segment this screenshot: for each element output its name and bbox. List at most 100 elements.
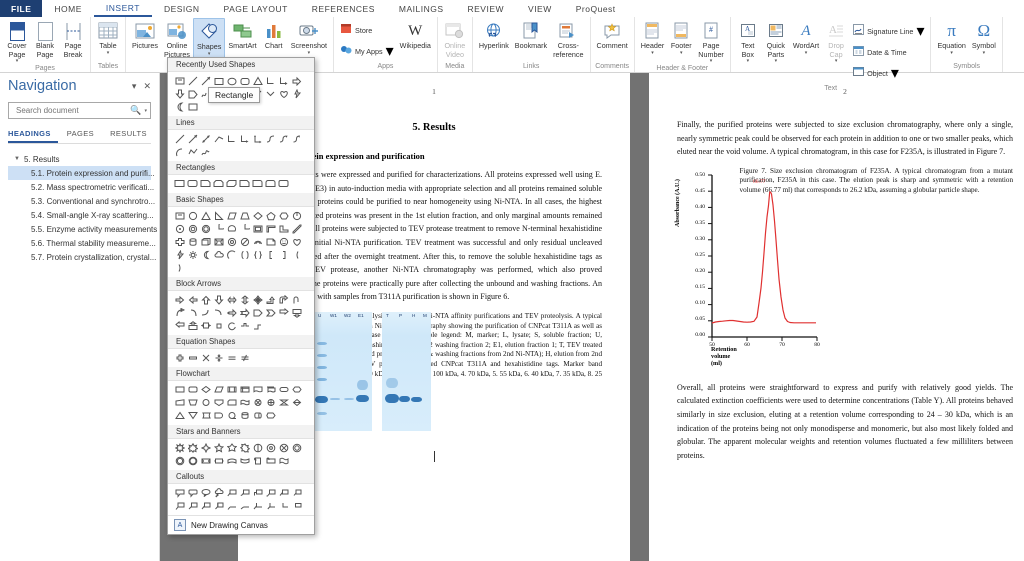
shape-folded-corner-icon[interactable] [264, 235, 277, 248]
flowchart-collate-icon[interactable] [277, 396, 290, 409]
shape-elbow-connector-icon[interactable] [264, 74, 277, 87]
tab-insert[interactable]: INSERT [93, 0, 152, 17]
my-apps-button[interactable]: My Apps ▾ [337, 40, 397, 62]
tree-node-5-2[interactable]: 5.2. Mass spectrometric verificati... [8, 180, 154, 194]
tree-node-5-5[interactable]: 5.5. Enzyme activity measurements [8, 222, 157, 236]
shape-donut-icon[interactable] [225, 235, 238, 248]
shape-bent-up-arrow2-icon[interactable] [251, 319, 264, 332]
shape-elbow-connector-icon[interactable] [225, 132, 238, 145]
shape-quad-arrow-icon[interactable] [251, 293, 264, 306]
shape-not-equal-icon[interactable] [238, 351, 251, 364]
shape-heart-icon[interactable] [277, 87, 290, 100]
shape-diagonal-stripe-icon[interactable] [290, 222, 303, 235]
callout-rectangular-icon[interactable] [173, 486, 186, 499]
shape-triangle-icon[interactable] [199, 209, 212, 222]
shape-minus-icon[interactable] [186, 351, 199, 364]
shape-star-6-icon[interactable] [225, 441, 238, 454]
shape-star-8-icon[interactable] [251, 441, 264, 454]
shape-star-24-icon[interactable] [173, 454, 186, 467]
shape-curved-arrow-connector-icon[interactable] [277, 132, 290, 145]
shape-moon-icon[interactable] [199, 248, 212, 261]
chevron-down-icon[interactable]: ▾ [132, 81, 137, 92]
shape-diamond-icon[interactable] [251, 209, 264, 222]
shape-chevron2-icon[interactable] [264, 87, 277, 100]
callout-line-3-icon[interactable] [251, 486, 264, 499]
flowchart-document-icon[interactable] [251, 383, 264, 396]
shape-plus-icon[interactable] [173, 351, 186, 364]
shape-moon-icon[interactable] [173, 100, 186, 113]
shape-pie-icon[interactable] [212, 222, 225, 235]
shape-line-double-arrow-icon[interactable] [199, 132, 212, 145]
shape-left-arrow-callout-icon[interactable] [173, 319, 186, 332]
shape-down-arrow-callout-icon[interactable] [290, 306, 303, 319]
shape-double-brace-icon[interactable] [251, 248, 264, 261]
shape-right-paren-icon[interactable] [173, 261, 186, 274]
shape-lightning-icon[interactable] [290, 87, 303, 100]
chevron-down-icon[interactable]: ▼ [14, 156, 20, 162]
online-video-button[interactable]: Online Video [441, 18, 469, 59]
tab-file[interactable]: FILE [0, 0, 43, 17]
callout-accent-line-2-icon[interactable] [290, 486, 303, 499]
shape-curved-up-ribbon-icon[interactable] [225, 454, 238, 467]
shape-arrow-icon[interactable] [199, 74, 212, 87]
shape-snip-round-rect-icon[interactable] [238, 177, 251, 190]
pictures-button[interactable]: Pictures [129, 18, 161, 51]
flowchart-card-icon[interactable] [225, 396, 238, 409]
shape-rounded-rect-icon[interactable] [238, 74, 251, 87]
callout-bordered-line-2-icon[interactable] [186, 499, 199, 512]
tree-node-5-3[interactable]: 5.3. Conventional and synchrotro... [8, 194, 155, 208]
shape-triangle-icon[interactable] [251, 74, 264, 87]
callout-line-2-icon[interactable] [238, 486, 251, 499]
shape-bent-arrow-icon[interactable] [277, 293, 290, 306]
screenshot-button[interactable]: Screenshot ▾ [288, 18, 330, 56]
shape-sun-icon[interactable] [186, 248, 199, 261]
callout-cloud-icon[interactable] [212, 486, 225, 499]
hyperlink-button[interactable]: Hyperlink [476, 18, 512, 51]
flowchart-data-icon[interactable] [212, 383, 225, 396]
shape-lightning-icon[interactable] [173, 248, 186, 261]
shape-round-diagonal-rect-icon[interactable] [277, 177, 290, 190]
shape-up-down-arrow-icon[interactable] [238, 293, 251, 306]
shape-curved-down-ribbon-icon[interactable] [238, 454, 251, 467]
shapes-grid-flowchart[interactable] [168, 381, 314, 425]
flowchart-stored-data-icon[interactable] [199, 409, 212, 422]
shape-divide-icon[interactable] [212, 351, 225, 364]
shape-star-10-icon[interactable] [264, 441, 277, 454]
shape-left-right-arrow-icon[interactable] [225, 293, 238, 306]
tab-design[interactable]: DESIGN [152, 0, 212, 17]
flowchart-sort-icon[interactable] [290, 396, 303, 409]
shape-chevron-arrow-icon[interactable] [264, 306, 277, 319]
shape-heart-icon[interactable] [290, 235, 303, 248]
shape-heptagon-icon[interactable] [290, 209, 303, 222]
tree-node-5-6[interactable]: 5.6. Thermal stability measureme... [8, 236, 156, 250]
shape-cross-icon[interactable] [173, 235, 186, 248]
flowchart-manual-operation-icon[interactable] [186, 396, 199, 409]
table-button[interactable]: Table ▾ [94, 18, 122, 56]
shapes-grid-rectangles[interactable] [168, 175, 314, 193]
bookmark-button[interactable]: Bookmark [512, 18, 550, 51]
search-box[interactable]: 🔍 ▾ [8, 102, 151, 119]
shape-textbox-icon[interactable] [173, 209, 186, 222]
shape-pentagon-arrow-icon[interactable] [251, 306, 264, 319]
flowchart-magnetic-disk-icon[interactable] [238, 409, 251, 422]
shape-right-triangle-icon[interactable] [212, 209, 225, 222]
shape-round-single-corner-rect-icon[interactable] [251, 177, 264, 190]
cross-reference-button[interactable]: Cross- reference [550, 18, 586, 59]
flowchart-internal-storage-icon[interactable] [238, 383, 251, 396]
callout-oval-icon[interactable] [199, 486, 212, 499]
shape-rounded-rect-icon[interactable] [186, 177, 199, 190]
page-number-button[interactable]: # Page Number ▾ [695, 18, 727, 64]
shape-curved-down-arrow-icon[interactable] [212, 306, 225, 319]
shape-wave-icon[interactable] [277, 454, 290, 467]
shape-plaque-icon[interactable] [186, 100, 199, 113]
wikipedia-button[interactable]: W Wikipedia [397, 18, 434, 51]
shape-cube-icon[interactable] [199, 235, 212, 248]
chart-button[interactable]: Chart [260, 18, 288, 51]
shape-snip-corner-rect-icon[interactable] [199, 177, 212, 190]
document-page-2[interactable]: 2 Finally, the purified proteins were su… [649, 73, 1024, 561]
shape-multiply-icon[interactable] [199, 351, 212, 364]
flowchart-predefined-process-icon[interactable] [225, 383, 238, 396]
tab-home[interactable]: HOME [42, 0, 94, 17]
tab-pages[interactable]: PAGES [67, 127, 101, 143]
callout-accent-no-border-3-icon[interactable] [277, 499, 290, 512]
